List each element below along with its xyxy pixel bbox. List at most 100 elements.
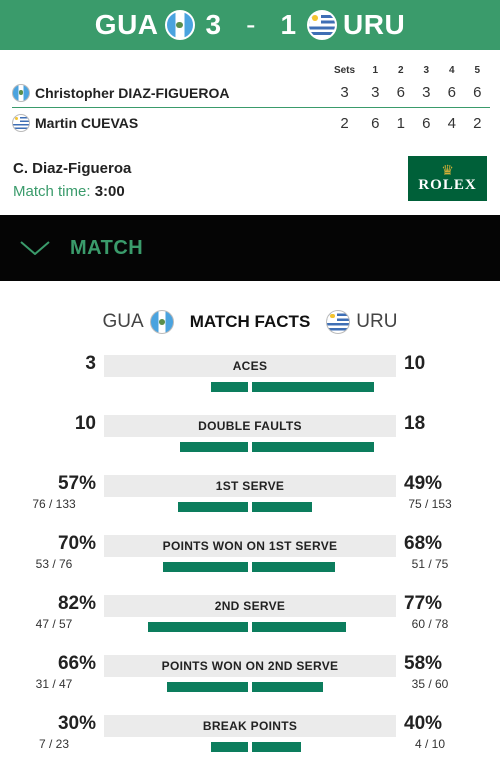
stat-away-value: 68%	[404, 533, 443, 554]
uruguay-flag-icon	[326, 310, 351, 334]
stat-label: POINTS WON ON 1ST SERVE	[104, 535, 396, 557]
stat-away-value: 77%	[404, 593, 443, 614]
stat-home-detail: 53 / 76	[35, 557, 73, 571]
stat-home-detail: 31 / 47	[35, 677, 73, 691]
away-team-code: URU	[356, 311, 398, 332]
stat-away-detail: 4 / 10	[414, 737, 446, 751]
stat-home-bar	[178, 502, 248, 512]
stat-away-detail: 60 / 78	[411, 617, 449, 631]
player-set-score: 4	[447, 114, 456, 132]
stat-home-value: 70%	[57, 533, 96, 554]
player-sets: 3	[340, 84, 349, 101]
sponsor-logo[interactable]: ♛ ROLEX	[408, 156, 487, 201]
stat-row: 82% 47 / 57 2ND SERVE 77% 60 / 78	[0, 593, 500, 655]
match-time: Match time: 3:00	[13, 183, 131, 200]
player-name: Martin CUEVAS	[35, 115, 139, 131]
stat-home-value: 3	[85, 353, 96, 374]
match-score-header: GUA 3 - 1 URU	[0, 0, 500, 50]
player-set-score: 6	[447, 84, 456, 101]
score-separator: -	[246, 9, 256, 40]
stat-away-bar	[252, 502, 312, 512]
scoreboard: Sets 1 2 3 4 5 Christopher DIAZ-FIGUEROA…	[12, 62, 490, 138]
player-set-score: 6	[371, 114, 380, 132]
stat-home-bar	[148, 622, 248, 632]
match-time-label: Match time:	[13, 183, 91, 200]
stat-away-bar	[252, 622, 346, 632]
stat-away-value: 18	[404, 413, 426, 434]
match-info: C. Diaz-Figueroa Match time: 3:00	[13, 160, 131, 200]
match-section-toggle[interactable]: MATCH	[0, 215, 500, 281]
stat-home-bar	[211, 742, 248, 752]
player-set-score: 6	[422, 114, 431, 132]
player-row-away[interactable]: Martin CUEVAS 2 6 1 6 4 2	[12, 108, 490, 138]
stat-label: ACES	[104, 355, 396, 377]
match-time-value: 3:00	[94, 183, 125, 200]
stat-home-value: 82%	[57, 593, 96, 614]
stat-home-value: 30%	[57, 713, 96, 734]
scoreboard-header: Sets 1 2 3 4 5	[12, 62, 490, 78]
winner-name: C. Diaz-Figueroa	[13, 160, 132, 177]
stat-away-bar	[252, 682, 323, 692]
header-set-2: 2	[397, 64, 404, 76]
stat-away-value: 58%	[404, 653, 443, 674]
stat-home-bar	[163, 562, 248, 572]
chevron-down-icon[interactable]	[20, 241, 50, 255]
header-sets: Sets	[333, 64, 356, 76]
player-set-score: 3	[371, 84, 380, 101]
player-set-score: 6	[473, 84, 482, 101]
stat-away-bar	[252, 562, 335, 572]
stat-away-bar	[252, 442, 374, 452]
stat-row: 70% 53 / 76 POINTS WON ON 1ST SERVE 68% 51 /…	[0, 533, 500, 595]
home-sets-score: 3	[205, 9, 222, 40]
stat-away-bar	[252, 382, 374, 392]
player-set-score: 6	[396, 84, 405, 101]
stat-home-bar	[211, 382, 248, 392]
player-row-home[interactable]: Christopher DIAZ-FIGUEROA 3 3 6 3 6 6	[12, 78, 490, 108]
guatemala-flag-icon	[12, 83, 30, 102]
stat-home-value: 10	[74, 413, 96, 434]
stat-row: 10 DOUBLE FAULTS 18	[0, 413, 500, 475]
header-set-4: 4	[448, 64, 455, 76]
player-set-score: 1	[396, 114, 405, 132]
player-name: Christopher DIAZ-FIGUEROA	[35, 84, 230, 101]
stat-label: POINTS WON ON 2ND SERVE	[104, 655, 396, 677]
stat-home-value: 66%	[57, 653, 96, 674]
stat-home-detail: 7 / 23	[38, 737, 70, 751]
uruguay-flag-icon	[12, 114, 30, 132]
crown-icon: ♛	[441, 162, 454, 178]
stat-home-bar	[167, 682, 248, 692]
stat-away-detail: 35 / 60	[411, 677, 449, 691]
guatemala-flag-icon	[149, 310, 174, 334]
stat-home-detail: 47 / 57	[35, 617, 73, 631]
stat-row: 66% 31 / 47 POINTS WON ON 2ND SERVE 58% 35 /…	[0, 653, 500, 715]
stat-label: 2ND SERVE	[104, 595, 396, 617]
player-sets: 2	[340, 114, 349, 132]
stat-label: DOUBLE FAULTS	[104, 415, 396, 437]
match-section-label: MATCH	[70, 236, 144, 259]
stat-home-value: 57%	[57, 473, 96, 494]
home-team-code: GUA	[94, 9, 159, 40]
sponsor-name: ROLEX	[418, 177, 477, 193]
stat-away-value: 10	[404, 353, 426, 374]
stat-away-detail: 51 / 75	[411, 557, 449, 571]
stat-away-value: 40%	[404, 713, 443, 734]
header-set-3: 3	[423, 64, 430, 76]
guatemala-flag-icon	[164, 10, 195, 40]
match-facts-title: MATCH FACTS	[189, 312, 311, 331]
away-sets-score: 1	[280, 9, 297, 40]
stat-home-bar	[180, 442, 248, 452]
uruguay-flag-icon	[307, 10, 338, 40]
stat-row: 30% 7 / 23 BREAK POINTS 40% 4 / 10	[0, 713, 500, 761]
match-facts-header: GUA MATCH FACTS URU	[0, 308, 500, 336]
stat-label: 1ST SERVE	[104, 475, 396, 497]
home-team-code: GUA	[102, 311, 144, 332]
stat-away-bar	[252, 742, 301, 752]
header-set-5: 5	[474, 64, 481, 76]
stat-away-detail: 75 / 153	[408, 497, 452, 511]
stat-away-value: 49%	[404, 473, 443, 494]
stat-label: BREAK POINTS	[104, 715, 396, 737]
player-set-score: 3	[422, 84, 431, 101]
player-set-score: 2	[473, 114, 482, 132]
stat-row: 57% 76 / 133 1ST SERVE 49% 75 / 153	[0, 473, 500, 535]
stat-row: 3 ACES 10	[0, 353, 500, 415]
